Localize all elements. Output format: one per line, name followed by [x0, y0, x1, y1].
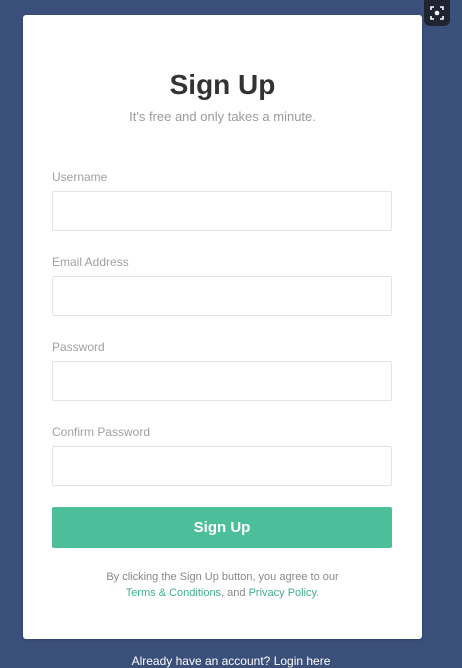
login-link[interactable]: Login here [274, 654, 331, 668]
username-input[interactable] [52, 191, 392, 231]
terms-link[interactable]: Terms & Conditions [126, 587, 221, 599]
terms-text: By clicking the Sign Up button, you agre… [23, 569, 422, 601]
login-prompt: Already have an account? Login here [0, 654, 462, 668]
subtitle: It's free and only takes a minute. [129, 109, 316, 124]
terms-prefix: By clicking the Sign Up button, you agre… [106, 571, 339, 583]
password-label: Password [52, 340, 105, 354]
screenshot-icon[interactable] [424, 0, 450, 26]
terms-suffix: . [316, 587, 320, 599]
signup-card: Sign Up It's free and only takes a minut… [23, 15, 422, 639]
username-label: Username [52, 170, 108, 184]
email-input[interactable] [52, 276, 392, 316]
terms-and: , and [221, 587, 246, 599]
page-title: Sign Up [169, 69, 276, 100]
signup-button[interactable]: Sign Up [52, 507, 392, 548]
confirm-password-input[interactable] [52, 446, 392, 486]
privacy-link[interactable]: Privacy Policy [249, 587, 317, 599]
password-input[interactable] [52, 361, 392, 401]
screenshot-icon-glyph [430, 6, 444, 20]
email-label: Email Address [52, 255, 129, 269]
confirm-password-label: Confirm Password [52, 425, 151, 439]
login-prompt-text: Already have an account? [131, 654, 271, 668]
